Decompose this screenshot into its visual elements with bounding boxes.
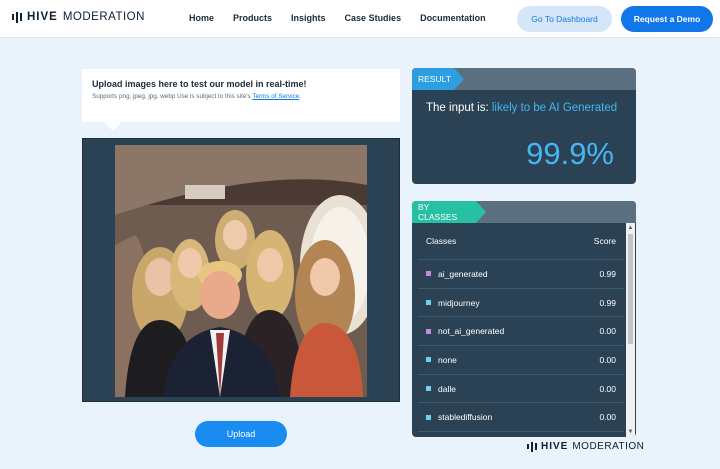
upload-info-title: Upload images here to test our model in … bbox=[92, 79, 307, 89]
terms-of-service-link[interactable]: Terms of Service bbox=[252, 93, 299, 100]
table-row: stablediffusion 0.00 bbox=[418, 403, 624, 433]
result-card: RESULT The input is: likely to be AI Gen… bbox=[412, 68, 636, 184]
tos-period: . bbox=[299, 93, 301, 100]
class-name: stablediffusion bbox=[438, 412, 493, 423]
classes-table: Classes Score ai_generated 0.99 midjourn… bbox=[418, 223, 624, 433]
logo-word-hive: HIVE bbox=[27, 11, 58, 23]
class-score: 0.00 bbox=[599, 383, 616, 394]
class-score: 0.99 bbox=[599, 297, 616, 308]
table-row: midjourney 0.99 bbox=[418, 289, 624, 318]
nav-case-studies[interactable]: Case Studies bbox=[345, 13, 402, 23]
footer-logo-word-hive: HIVE bbox=[541, 441, 569, 452]
result-verdict: likely to be AI Generated bbox=[491, 102, 618, 114]
class-color-swatch bbox=[426, 357, 431, 363]
upload-button[interactable]: Upload bbox=[195, 421, 287, 447]
scroll-up-arrow-icon[interactable]: ▲ bbox=[627, 224, 634, 232]
col-classes: Classes bbox=[426, 236, 457, 246]
request-demo-button[interactable]: Request a Demo bbox=[621, 6, 713, 32]
scrollbar-thumb[interactable] bbox=[628, 234, 633, 344]
go-to-dashboard-button[interactable]: Go To Dashboard bbox=[517, 6, 612, 32]
class-score: 0.00 bbox=[599, 412, 616, 423]
main-nav: Home Products Insights Case Studies Docu… bbox=[189, 13, 505, 23]
nav-home[interactable]: Home bbox=[189, 13, 214, 23]
nav-documentation[interactable]: Documentation bbox=[420, 13, 486, 23]
hive-logo-icon bbox=[527, 441, 537, 452]
class-score: 0.00 bbox=[599, 354, 616, 365]
table-row: none 0.00 bbox=[418, 346, 624, 375]
scroll-down-arrow-icon[interactable]: ▼ bbox=[627, 428, 634, 436]
class-score: 0.99 bbox=[599, 268, 616, 279]
by-classes-tag: BY CLASSES bbox=[412, 201, 486, 223]
class-name: dalle bbox=[438, 383, 456, 394]
class-name: midjourney bbox=[438, 297, 480, 308]
result-tag: RESULT bbox=[412, 68, 464, 90]
upload-info-subtitle: Supports png, jpeg, jpg, webp Use is sub… bbox=[92, 93, 390, 100]
class-name: ai_generated bbox=[438, 268, 488, 279]
result-verdict-line: The input is: likely to be AI Generated bbox=[426, 102, 617, 114]
classes-scrollbar[interactable]: ▲ ▼ bbox=[626, 223, 635, 437]
table-row: dalle 0.00 bbox=[418, 375, 624, 404]
result-prefix: The input is: bbox=[426, 102, 489, 114]
table-row: not_ai_generated 0.00 bbox=[418, 317, 624, 347]
hive-logo[interactable]: HIVE MODERATION bbox=[12, 11, 145, 23]
nav-insights[interactable]: Insights bbox=[291, 13, 326, 23]
upload-info-card: Upload images here to test our model in … bbox=[82, 69, 400, 131]
classes-table-header: Classes Score bbox=[418, 223, 624, 260]
top-header: HIVE MODERATION Home Products Insights C… bbox=[0, 0, 720, 38]
class-color-swatch bbox=[426, 386, 431, 392]
hive-footer-logo: HIVE MODERATION bbox=[527, 441, 644, 452]
image-preview-panel bbox=[82, 138, 400, 402]
supported-formats-text: Supports png, jpeg, jpg, webp Use is sub… bbox=[92, 93, 251, 100]
class-name: not_ai_generated bbox=[438, 326, 505, 337]
class-color-swatch bbox=[426, 271, 431, 277]
class-name: none bbox=[438, 354, 457, 365]
result-percentage: 99.9% bbox=[526, 136, 614, 171]
class-color-swatch bbox=[426, 414, 431, 420]
class-color-swatch bbox=[426, 300, 431, 306]
class-color-swatch bbox=[426, 328, 431, 334]
table-row: ai_generated 0.99 bbox=[418, 260, 624, 289]
logo-word-moderation: MODERATION bbox=[62, 11, 145, 23]
class-score: 0.00 bbox=[599, 326, 616, 337]
col-score: Score bbox=[593, 236, 616, 246]
nav-products[interactable]: Products bbox=[233, 13, 272, 23]
hive-logo-icon bbox=[12, 11, 22, 23]
uploaded-image bbox=[115, 145, 367, 397]
footer-logo-word-moderation: MODERATION bbox=[572, 441, 645, 452]
classes-card: BY CLASSES Classes Score ai_generated 0.… bbox=[412, 201, 636, 437]
